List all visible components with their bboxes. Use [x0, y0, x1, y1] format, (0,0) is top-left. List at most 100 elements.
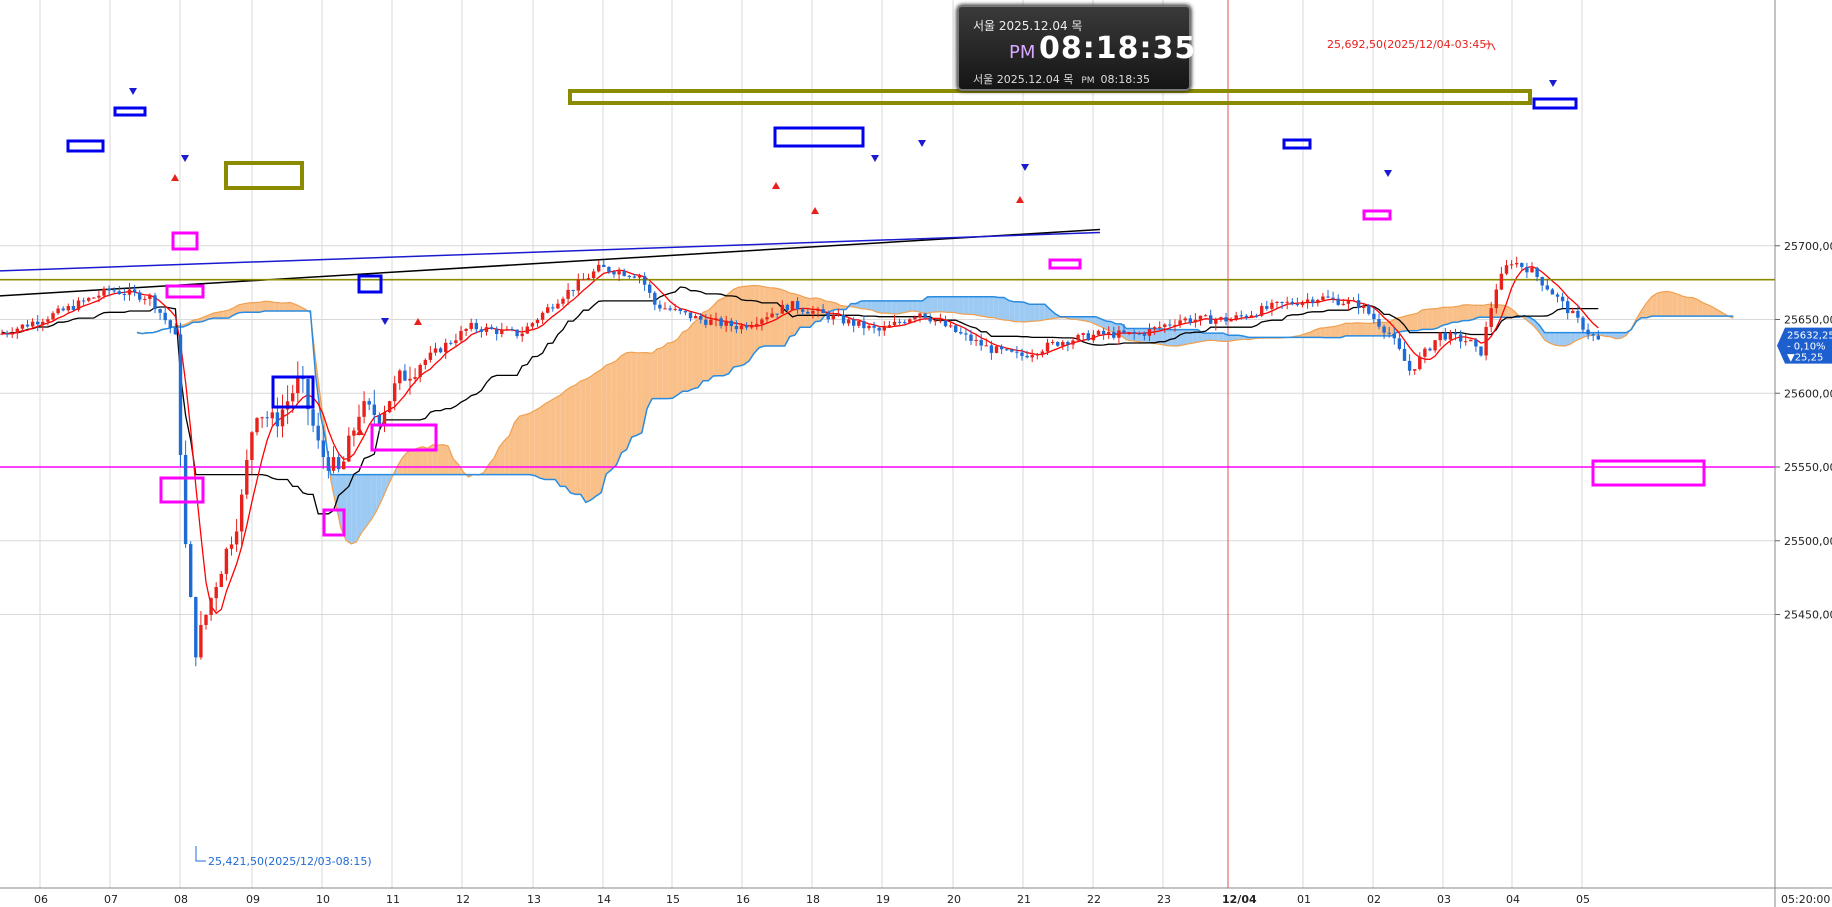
- y-tick-label: 25650,00: [1784, 314, 1832, 327]
- candle-body: [887, 325, 892, 328]
- candle-body: [183, 454, 188, 545]
- cloud-bull-segment: [1406, 314, 1412, 331]
- cloud-bear-segment: [1187, 329, 1193, 344]
- candle-body: [1071, 340, 1075, 345]
- candle-body: [36, 321, 40, 325]
- candle-body: [1418, 356, 1422, 370]
- candle-body: [1107, 331, 1111, 335]
- candle-body: [158, 309, 162, 313]
- cloud-bull-segment: [616, 355, 622, 465]
- candle-body: [744, 325, 749, 328]
- candle-body: [444, 342, 448, 353]
- candle-body: [612, 271, 616, 275]
- y-tick-label: 25500,00: [1784, 535, 1832, 548]
- candle-body: [739, 325, 744, 330]
- cloud-bear-segment: [351, 474, 357, 544]
- cloud-bull-segment: [1677, 294, 1683, 317]
- candle-body: [1550, 289, 1555, 295]
- cloud-bull-segment: [687, 323, 693, 392]
- candle-body: [107, 288, 111, 291]
- candle-body: [316, 425, 320, 441]
- candle-body: [1484, 326, 1488, 356]
- candle-body: [92, 297, 96, 299]
- candle-body: [841, 314, 846, 324]
- candle-body: [571, 289, 575, 291]
- candle-body: [81, 300, 86, 302]
- candle-body: [668, 308, 672, 310]
- candle-body: [1020, 352, 1024, 356]
- cloud-bull-segment: [631, 352, 637, 438]
- low-leader: [195, 846, 206, 862]
- x-tick-label: 08: [174, 893, 188, 906]
- x-tick-label: 19: [876, 893, 890, 906]
- cloud-bull-segment: [713, 300, 719, 377]
- candle-body: [1229, 319, 1233, 322]
- candle-body: [1311, 299, 1315, 304]
- candle-body: [500, 329, 504, 334]
- candle-body: [607, 266, 611, 272]
- cloud-bull-segment: [580, 379, 586, 503]
- candle-body: [132, 289, 137, 293]
- cloud-bear-segment: [891, 300, 897, 315]
- cloud-bear-segment: [361, 474, 367, 533]
- x-tick-label: 06: [34, 893, 48, 906]
- candle-body: [1499, 273, 1504, 290]
- candle-body: [1540, 276, 1544, 286]
- cloud-bear-segment: [998, 297, 1004, 321]
- candle-body: [790, 301, 795, 311]
- candle-body: [1341, 303, 1345, 305]
- candlestick-chart[interactable]: 25700,00 25650,00 25600,00 25550,00 25500,00…: [0, 0, 1832, 907]
- candle-body: [479, 329, 484, 332]
- candle-body: [138, 292, 142, 300]
- cloud-bull-segment: [590, 372, 596, 501]
- candle-body: [372, 404, 376, 415]
- down-arrow-signal: [1549, 80, 1557, 87]
- cloud-bull-segment: [1325, 326, 1331, 338]
- cloud-bull-segment: [657, 347, 663, 399]
- candle-body: [102, 288, 106, 296]
- clock-footer-time: 08:18:35: [1100, 73, 1150, 86]
- candle-body: [974, 339, 978, 341]
- cloud-bear-segment: [1177, 329, 1183, 346]
- cloud-bear-segment: [912, 300, 918, 312]
- candle-body: [382, 412, 387, 424]
- candle-body: [1326, 296, 1330, 298]
- x-tick-label: 01: [1297, 893, 1311, 906]
- candle-body: [1504, 265, 1509, 274]
- current-price-tag: 25632,25- 0,10%▼25,25: [1777, 327, 1832, 364]
- candle-body: [15, 328, 19, 334]
- cloud-bull-segment: [1345, 323, 1351, 336]
- signal-markers: [129, 43, 1557, 862]
- candle-body: [663, 308, 667, 310]
- cloud-bear-segment: [1039, 304, 1045, 321]
- candle-body: [959, 332, 963, 334]
- cloud-bull-segment: [524, 413, 530, 475]
- cloud-bull-segment: [1355, 322, 1361, 336]
- candle-body: [1152, 327, 1157, 329]
- candle-body: [342, 461, 346, 470]
- candle-body: [1413, 369, 1417, 371]
- candle-body: [653, 292, 657, 305]
- cloud-bear-segment: [1167, 329, 1173, 346]
- blue-box: [1282, 138, 1312, 150]
- candle-body: [153, 295, 157, 310]
- candle-body: [1091, 334, 1096, 341]
- candle-body: [219, 573, 223, 588]
- cloud-bull-segment: [1672, 292, 1678, 317]
- candle-body: [948, 325, 953, 327]
- candle-body: [1127, 331, 1131, 333]
- price-tag-line: - 0,10%: [1787, 342, 1826, 353]
- candle-body: [923, 313, 927, 318]
- candle-body: [1101, 330, 1106, 335]
- candle-body: [321, 440, 325, 458]
- cloud-bull-segment: [279, 302, 285, 311]
- cloud-bear-segment: [1034, 304, 1040, 322]
- clock-widget[interactable]: 서울 2025.12.04 목 PM 08:18:35 서울 2025.12.0…: [957, 5, 1195, 91]
- candle-body: [454, 340, 458, 344]
- candle-body: [296, 376, 300, 394]
- cloud-bear-segment: [1029, 304, 1035, 322]
- candle-body: [275, 412, 280, 427]
- cloud-bear-segment: [947, 296, 953, 313]
- x-tick-label: 14: [597, 893, 611, 906]
- candle-body: [591, 271, 596, 279]
